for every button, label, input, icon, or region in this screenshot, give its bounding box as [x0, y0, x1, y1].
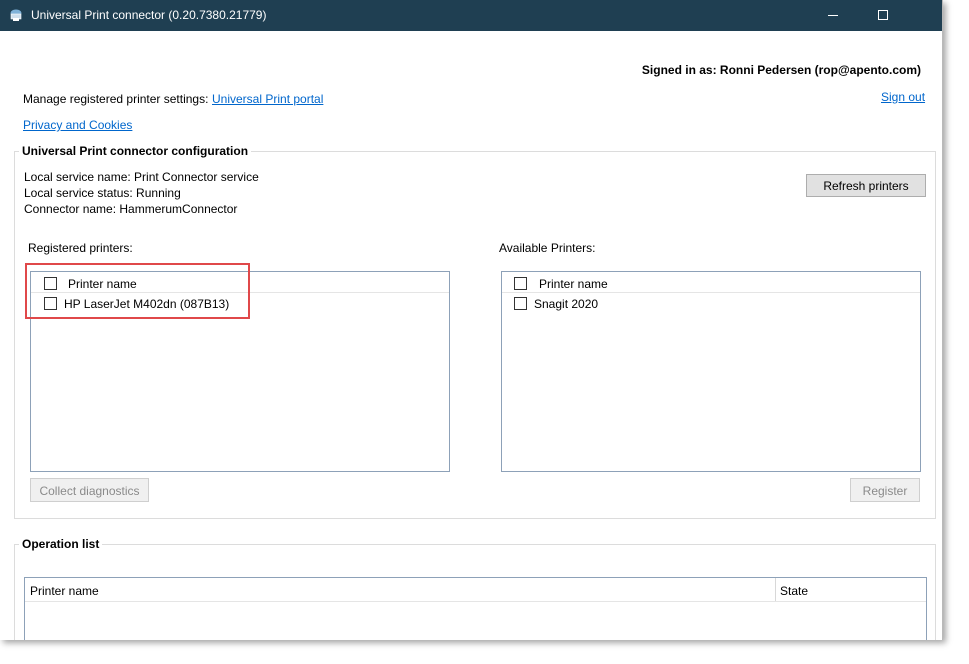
- printer-name: Snagit 2020: [534, 297, 599, 311]
- printer-checkbox[interactable]: [514, 297, 527, 310]
- service-name-text: Local service name: Print Connector serv…: [24, 170, 259, 184]
- list-item[interactable]: HP LaserJet M402dn (087B13): [31, 294, 449, 314]
- connector-name-text: Connector name: HammerumConnector: [24, 202, 238, 216]
- universal-print-portal-link[interactable]: Universal Print portal: [212, 92, 323, 106]
- available-printer-name-column[interactable]: Printer name: [539, 277, 608, 291]
- window-title: Universal Print connector (0.20.7380.217…: [31, 8, 267, 22]
- operation-state-column[interactable]: State: [780, 584, 808, 598]
- privacy-cookies-link[interactable]: Privacy and Cookies: [23, 118, 132, 132]
- registered-printers-label: Registered printers:: [28, 241, 133, 255]
- registered-list-header: Printer name: [31, 272, 449, 293]
- registered-printers-list[interactable]: Printer name HP LaserJet M402dn (087B13): [30, 271, 450, 472]
- maximize-button[interactable]: [860, 0, 906, 31]
- manage-settings-label: Manage registered printer settings:: [23, 92, 209, 106]
- column-divider[interactable]: [775, 578, 776, 601]
- available-list-header: Printer name: [502, 272, 920, 293]
- title-bar[interactable]: Universal Print connector (0.20.7380.217…: [0, 0, 942, 31]
- sign-out-link[interactable]: Sign out: [881, 90, 925, 104]
- register-button[interactable]: Register: [850, 478, 920, 502]
- registered-printer-name-column[interactable]: Printer name: [68, 277, 137, 291]
- available-printers-label: Available Printers:: [499, 241, 596, 255]
- main-window: Universal Print connector (0.20.7380.217…: [0, 0, 943, 640]
- operation-printer-name-column[interactable]: Printer name: [30, 584, 99, 598]
- printer-name: HP LaserJet M402dn (087B13): [64, 297, 230, 311]
- configuration-group-title: Universal Print connector configuration: [19, 144, 252, 158]
- available-printers-list[interactable]: Printer name Snagit 2020: [501, 271, 921, 472]
- service-status-text: Local service status: Running: [24, 186, 181, 200]
- operation-list-header: Printer name State: [25, 578, 926, 602]
- signed-in-label: Signed in as: Ronni Pedersen (rop@apento…: [641, 63, 921, 77]
- operation-list-title: Operation list: [19, 537, 103, 551]
- select-all-available-checkbox[interactable]: [514, 277, 527, 290]
- refresh-printers-button[interactable]: Refresh printers: [806, 174, 926, 197]
- list-item[interactable]: Snagit 2020: [502, 294, 920, 314]
- select-all-registered-checkbox[interactable]: [44, 277, 57, 290]
- minimize-button[interactable]: [810, 0, 856, 31]
- printer-checkbox[interactable]: [44, 297, 57, 310]
- operation-list-table[interactable]: Printer name State: [24, 577, 927, 640]
- collect-diagnostics-button[interactable]: Collect diagnostics: [30, 478, 149, 502]
- cloud-printer-icon: [10, 9, 22, 21]
